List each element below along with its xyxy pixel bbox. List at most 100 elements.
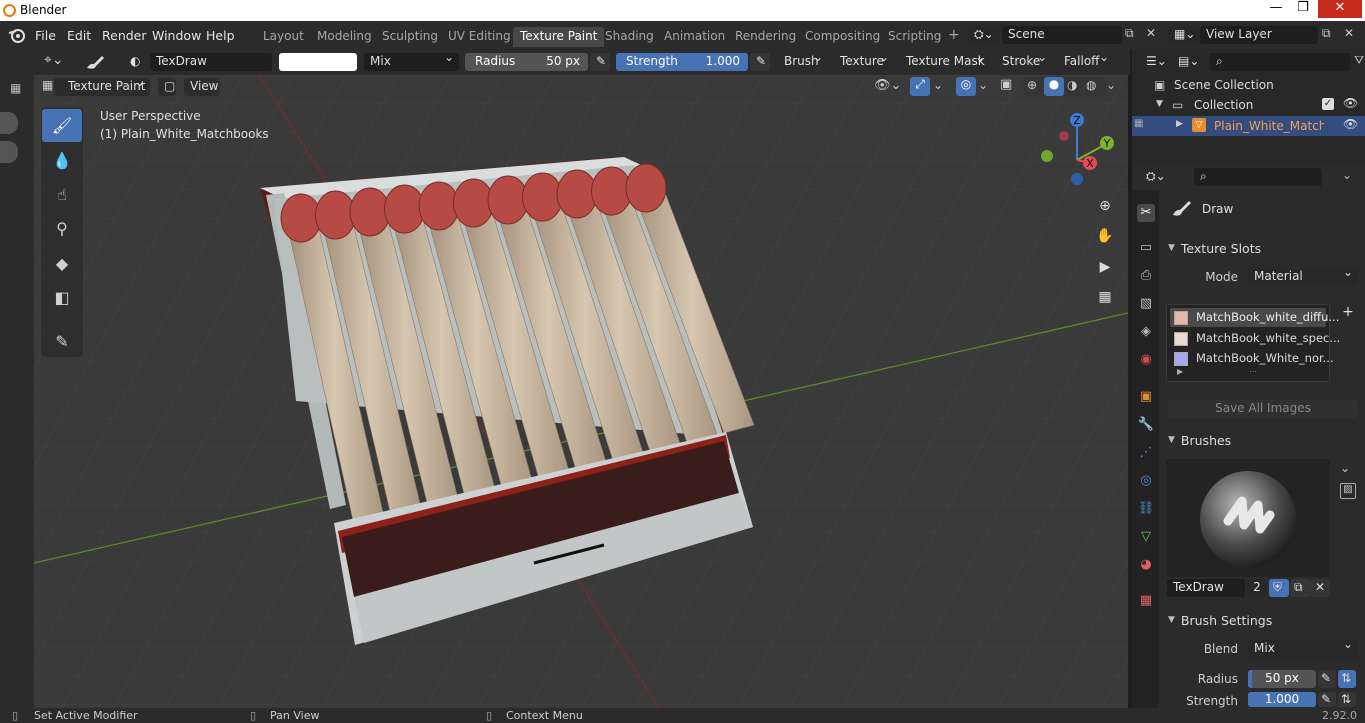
brush-settings-header[interactable]: ▼ Brush Settings <box>1162 610 1365 630</box>
constraints-tab-icon[interactable]: ⛓ <box>1137 500 1155 518</box>
navigation-gizmo[interactable]: Z Y X <box>1034 110 1124 185</box>
menu-render[interactable]: Render <box>102 28 147 43</box>
gizmo-neg-x[interactable] <box>1059 131 1069 141</box>
viewport-scene[interactable] <box>34 75 1128 708</box>
blend-mode-dropdown[interactable]: Mix <box>364 53 459 71</box>
checker-icon[interactable]: ▦ <box>10 81 21 95</box>
tab-texture-paint[interactable]: Texture Paint <box>513 27 605 47</box>
brush-strength-unit-icon[interactable]: ⇅ <box>1338 692 1356 707</box>
smear-tool-icon[interactable]: ☝ <box>42 178 82 211</box>
paint-mode-icon[interactable]: ⌖⌄ <box>44 52 64 68</box>
tab-layout[interactable]: Layout <box>256 27 311 47</box>
texture-slot-mode-dropdown[interactable]: Material <box>1248 268 1358 286</box>
brush-icon[interactable] <box>84 53 106 71</box>
radius-slider[interactable]: Radius 50 px <box>465 53 588 71</box>
maximize-button[interactable]: ❐ <box>1290 0 1316 18</box>
blender-menu-icon[interactable] <box>8 27 26 43</box>
data-tab-icon[interactable]: ▽ <box>1137 528 1155 546</box>
gizmo-neg-y[interactable] <box>1041 150 1053 162</box>
brushes-header[interactable]: ▼ Brushes <box>1162 430 1365 450</box>
properties-options-icon[interactable]: ⌄ <box>1342 168 1352 182</box>
brush-browse-icon[interactable]: ◐ <box>124 53 148 71</box>
modifier-tab-icon[interactable]: 🔧 <box>1137 416 1155 434</box>
object-expand-icon[interactable]: ▶ <box>1176 119 1183 129</box>
shading-dropdown-icon[interactable]: ⌄ <box>1106 78 1116 92</box>
mask-tool-icon[interactable]: ◧ <box>42 281 82 314</box>
pan-hand-icon[interactable]: ✋ <box>1094 225 1116 247</box>
brush-name-field[interactable]: TexDraw <box>150 53 272 71</box>
view-layer-tab-icon[interactable]: ▧ <box>1137 295 1155 313</box>
close-window-button[interactable]: ✕ <box>1318 0 1362 18</box>
3d-viewport[interactable]: ▦ Texture Paint ▢ View 👁⌄ ⤢ ⌄ ◎ ⌄ ▣ ⊕ ● … <box>34 75 1128 708</box>
menu-help[interactable]: Help <box>206 28 235 43</box>
radius-pressure-icon[interactable]: ✎ <box>590 53 610 71</box>
output-tab-icon[interactable]: ⎙ <box>1137 267 1155 285</box>
zoom-icon[interactable]: ⊕ <box>1094 195 1116 217</box>
mask-toggle-icon[interactable]: ▢ <box>158 78 176 96</box>
texture-slots-header[interactable]: ▼ Texture Slots <box>1162 238 1365 258</box>
solid-shading-icon[interactable]: ● <box>1044 77 1064 96</box>
slot-list-resize-handle[interactable]: ⋯ <box>1249 367 1257 376</box>
brush-image-icon[interactable]: ▨ <box>1340 483 1356 499</box>
collection-label[interactable]: Collection <box>1194 98 1253 112</box>
world-tab-icon[interactable]: ◉ <box>1137 351 1155 369</box>
tool-tab-icon[interactable]: ✂ <box>1137 204 1155 222</box>
camera-icon[interactable]: ▶ <box>1094 256 1116 278</box>
stroke-menu[interactable]: Stroke <box>996 53 1052 71</box>
new-scene-icon[interactable]: ⧉ <box>1125 26 1134 41</box>
gizmo-dropdown-icon[interactable]: ⌄ <box>933 78 943 92</box>
material-tab-icon[interactable]: ◕ <box>1137 556 1155 574</box>
tab-modeling[interactable]: Modeling <box>310 27 379 47</box>
clone-tool-icon[interactable]: ⚲ <box>42 212 82 245</box>
view-layer-selector-icon[interactable]: ▦⌄ <box>1168 26 1200 44</box>
brush-blend-dropdown[interactable]: Mix <box>1248 640 1358 658</box>
texture-slot-row[interactable]: MatchBook_white_spec... <box>1170 329 1340 348</box>
delete-scene-icon[interactable]: ✕ <box>1146 26 1156 40</box>
collection-expand-icon[interactable]: ▼ <box>1156 99 1163 109</box>
scene-selector-icon[interactable]: ⛭⌄ <box>968 26 1000 44</box>
hand-pan-icon[interactable] <box>0 141 18 163</box>
brush-users-count[interactable]: 2 <box>1247 579 1267 597</box>
overlay-toggle-icon[interactable]: ◎ <box>956 77 976 96</box>
annotate-tool-icon[interactable]: ✎ <box>42 325 82 358</box>
tab-uv-editing[interactable]: UV Editing <box>441 27 518 47</box>
tab-scripting[interactable]: Scripting <box>881 27 948 47</box>
object-tab-icon[interactable]: ▣ <box>1137 388 1155 406</box>
brush-menu[interactable]: Brush <box>778 53 828 71</box>
brush-preview-dropdown-icon[interactable]: ⌄ <box>1340 461 1350 475</box>
brush-radius-unit-icon[interactable]: ⇅ <box>1338 670 1356 688</box>
menu-edit[interactable]: Edit <box>67 28 91 43</box>
wireframe-shading-icon[interactable]: ⊕ <box>1027 78 1037 92</box>
delete-view-layer-icon[interactable]: ✕ <box>1344 26 1354 40</box>
physics-tab-icon[interactable]: ◎ <box>1137 472 1155 490</box>
texture-slot-row[interactable]: MatchBook_White_nor... <box>1170 349 1334 368</box>
gizmo-neg-z[interactable] <box>1071 173 1083 185</box>
menu-window[interactable]: Window <box>152 28 201 43</box>
draw-tool-icon[interactable]: 🖌 <box>42 109 82 142</box>
texture-menu[interactable]: Texture <box>834 53 894 71</box>
particles-tab-icon[interactable]: ⋰ <box>1137 444 1155 462</box>
save-all-images-button[interactable]: Save All Images <box>1168 400 1358 418</box>
ortho-grid-icon[interactable]: ▦ <box>1094 286 1116 308</box>
brush-strength-slider[interactable]: 1.000 <box>1248 692 1316 707</box>
duplicate-brush-icon[interactable]: ⧉ <box>1290 579 1310 597</box>
minimize-button[interactable]: — <box>1263 0 1289 18</box>
mode-dropdown[interactable]: Texture Paint <box>54 78 150 96</box>
visibility-eye-icon[interactable]: 👁⌄ <box>874 78 901 93</box>
soften-tool-icon[interactable]: 💧 <box>42 144 82 177</box>
slot-list-expand-icon[interactable]: ▶ <box>1177 367 1183 376</box>
tab-sculpting[interactable]: Sculpting <box>375 27 445 47</box>
texture-mask-menu[interactable]: Texture Mask <box>900 53 990 71</box>
outliner-editor-icon[interactable]: ☰⌄ <box>1140 53 1170 71</box>
fill-tool-icon[interactable]: ◆ <box>42 247 82 280</box>
outliner-filter-icon[interactable]: ⛛ <box>1354 53 1364 68</box>
strength-pressure-icon[interactable]: ✎ <box>750 53 770 71</box>
menu-file[interactable]: File <box>35 28 56 43</box>
unlink-brush-icon[interactable]: ✕ <box>1310 579 1330 597</box>
tab-compositing[interactable]: Compositing <box>798 27 887 47</box>
properties-search-field[interactable]: ⌕ <box>1194 168 1322 186</box>
add-workspace-button[interactable]: + <box>941 25 967 45</box>
strength-slider[interactable]: Strength 1.000 <box>616 53 748 71</box>
new-view-layer-icon[interactable]: ⧉ <box>1322 26 1331 41</box>
scene-tab-icon[interactable]: ◈ <box>1137 323 1155 341</box>
